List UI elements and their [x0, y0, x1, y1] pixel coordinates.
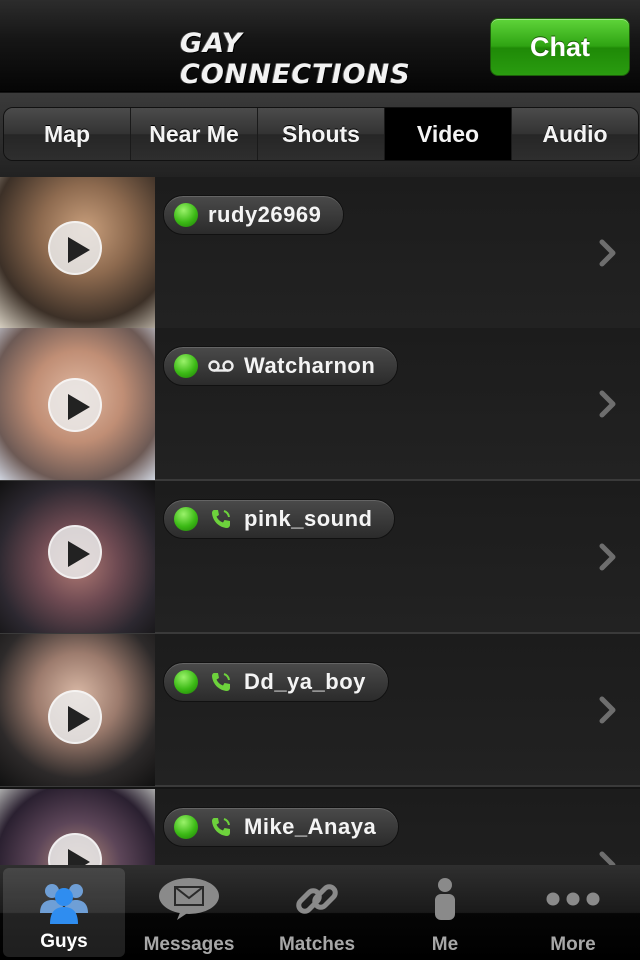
tabbar-item-more[interactable]: More	[509, 865, 637, 960]
chevron-right-icon	[599, 696, 616, 724]
app-logo: GAY CONNECTIONS	[180, 28, 411, 90]
online-status-icon	[174, 670, 198, 694]
bottom-tab-bar: Guys Messages Matches Me More	[0, 865, 640, 960]
phone-icon	[208, 671, 234, 693]
list-item[interactable]: pink_sound	[0, 481, 640, 634]
online-status-icon	[174, 507, 198, 531]
app-header: GAY CONNECTIONS Chat	[0, 0, 640, 92]
tabbar-label: Guys	[40, 931, 88, 952]
username: pink_sound	[244, 506, 373, 531]
username-pill: pink_sound	[163, 499, 396, 539]
phone-icon	[208, 816, 234, 838]
tab-audio[interactable]: Audio	[512, 108, 638, 160]
tabbar-label: More	[550, 934, 596, 955]
person-icon	[381, 873, 509, 925]
user-photo[interactable]	[0, 789, 155, 865]
username: Dd_ya_boy	[244, 669, 366, 694]
guys-icon	[3, 876, 125, 928]
chain-link-icon	[253, 873, 381, 925]
more-dots-icon	[509, 873, 637, 925]
user-photo[interactable]	[0, 634, 155, 786]
tabbar-item-guys[interactable]: Guys	[3, 868, 125, 957]
tab-map[interactable]: Map	[4, 108, 131, 160]
tab-near-me[interactable]: Near Me	[131, 108, 258, 160]
chevron-right-icon	[599, 390, 616, 418]
username-pill: Dd_ya_boy	[163, 662, 389, 702]
chevron-right-icon	[599, 851, 616, 865]
play-icon[interactable]	[48, 221, 102, 275]
play-icon[interactable]	[48, 833, 102, 865]
envelope-icon	[125, 873, 253, 925]
username: Mike_Anaya	[244, 814, 377, 839]
username-pill: rudy26969	[163, 195, 345, 235]
online-status-icon	[174, 354, 198, 378]
tabbar-item-me[interactable]: Me	[381, 865, 509, 960]
play-icon[interactable]	[48, 690, 102, 744]
username-pill: Mike_Anaya	[163, 807, 400, 847]
phone-icon	[208, 508, 234, 530]
user-photo[interactable]	[0, 481, 155, 633]
username: rudy26969	[208, 202, 322, 227]
play-icon[interactable]	[48, 378, 102, 432]
list-item[interactable]: Dd_ya_boy	[0, 634, 640, 787]
list-item[interactable]: Mike_Anaya	[0, 789, 640, 865]
list-item[interactable]: rudy26969	[0, 177, 640, 330]
tabbar-label: Matches	[278, 934, 356, 955]
voicemail-icon	[208, 355, 234, 377]
tabbar-label: Messages	[143, 934, 235, 955]
tabbar-item-messages[interactable]: Messages	[125, 865, 253, 960]
online-status-icon	[174, 815, 198, 839]
user-photo[interactable]	[0, 328, 155, 480]
tabbar-label: Me	[431, 934, 459, 955]
segmented-control: Map Near Me Shouts Video Audio	[3, 107, 639, 161]
chevron-right-icon	[599, 543, 616, 571]
play-icon[interactable]	[48, 525, 102, 579]
user-photo[interactable]	[0, 177, 155, 329]
tab-shouts[interactable]: Shouts	[258, 108, 385, 160]
chat-button[interactable]: Chat	[490, 18, 630, 76]
online-status-icon	[174, 203, 198, 227]
username-pill: Watcharnon	[163, 346, 399, 386]
list-item[interactable]: Watcharnon	[0, 328, 640, 481]
chevron-right-icon	[599, 239, 616, 267]
tabbar-item-matches[interactable]: Matches	[253, 865, 381, 960]
filter-bar: Map Near Me Shouts Video Audio	[0, 93, 640, 177]
tab-video[interactable]: Video	[385, 108, 512, 160]
user-list: rudy26969 Watcharnon pink_sound Dd_ya_bo…	[0, 177, 640, 865]
username: Watcharnon	[244, 353, 376, 378]
